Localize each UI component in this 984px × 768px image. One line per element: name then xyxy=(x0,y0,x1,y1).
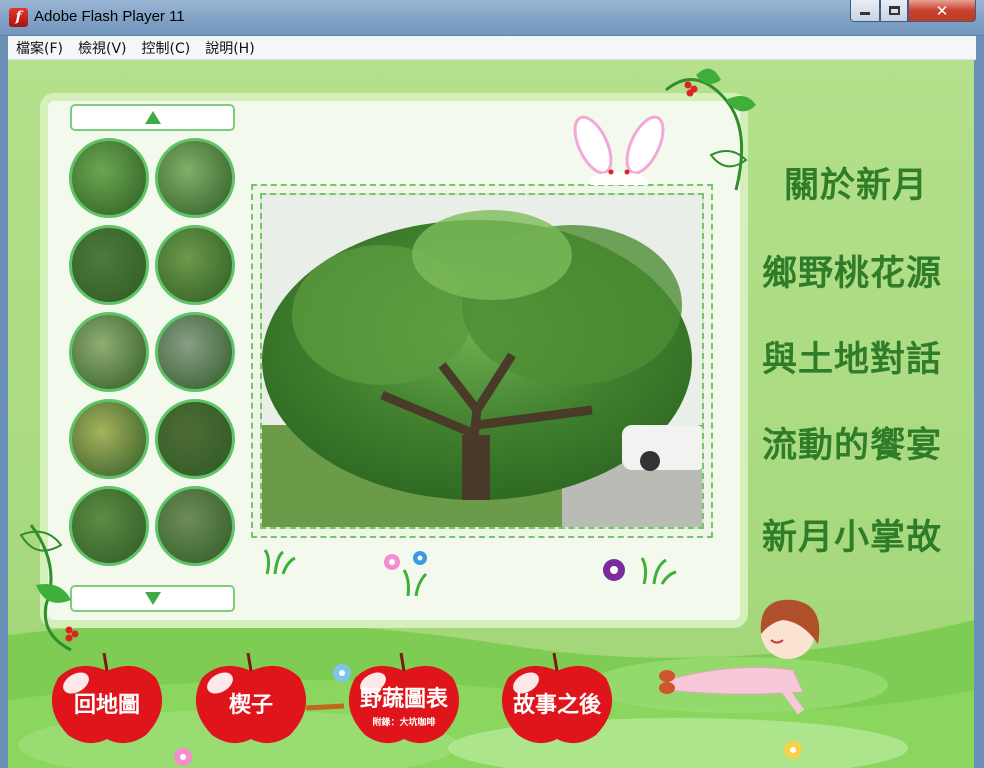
minimize-button[interactable] xyxy=(850,0,880,22)
nav-moving-feast[interactable]: 流動的饗宴 xyxy=(762,417,942,468)
menu-control[interactable]: 控制(C) xyxy=(142,38,191,58)
flower-cluster-right xyxy=(603,557,677,585)
thumb-green-fruit[interactable] xyxy=(69,138,149,218)
flash-player-icon: f xyxy=(9,8,28,27)
scroll-up-button[interactable] xyxy=(70,104,235,131)
after-story-button[interactable]: 故事之後 xyxy=(498,653,616,745)
flower-cluster-center xyxy=(384,551,428,597)
menu-view[interactable]: 檢視(V) xyxy=(78,38,127,58)
small-flower-blue xyxy=(333,664,351,682)
apple-label: 野蔬圖表 xyxy=(359,687,448,712)
thumb-leaves[interactable] xyxy=(155,225,235,305)
maximize-icon xyxy=(888,6,900,15)
nav-xinyue-anecdotes[interactable]: 新月小掌故 xyxy=(762,509,942,560)
apple-sublabel: 附錄：大坑咖啡 xyxy=(372,718,436,728)
thumb-pink-blossom[interactable] xyxy=(155,486,235,566)
girl-character-illustration xyxy=(659,599,820,715)
nav-about-xinyue[interactable]: 關於新月 xyxy=(784,157,928,208)
vine-decoration-top xyxy=(665,68,756,191)
grass-tuft-left xyxy=(263,549,296,575)
back-to-map-button[interactable]: 回地圖 xyxy=(48,653,166,745)
close-button[interactable]: ✕ xyxy=(908,0,976,22)
menu-help[interactable]: 說明(H) xyxy=(205,38,254,58)
small-flower-pink xyxy=(174,748,192,766)
main-photo[interactable] xyxy=(260,193,704,529)
butterfly-decoration xyxy=(305,703,345,711)
thumb-flower-buds[interactable] xyxy=(69,399,149,479)
minimize-icon xyxy=(860,12,870,15)
thumb-fruit-dark[interactable] xyxy=(69,225,149,305)
thumb-undergrowth[interactable] xyxy=(155,312,235,392)
tree-photo-image xyxy=(262,195,702,527)
apple-label: 楔子 xyxy=(228,693,273,718)
wild-vegetable-chart-button[interactable]: 野蔬圖表 附錄：大坑咖啡 xyxy=(345,653,463,745)
down-arrow-icon xyxy=(144,592,161,605)
thumb-fruit-on-branch[interactable] xyxy=(155,138,235,218)
small-flower-yellow xyxy=(784,741,802,759)
window-title: Adobe Flash Player 11 xyxy=(34,8,185,25)
apple-label: 回地圖 xyxy=(73,693,140,718)
title-bar: f Adobe Flash Player 11 ✕ xyxy=(0,0,984,36)
main-photo-frame xyxy=(251,184,713,538)
maximize-button[interactable] xyxy=(880,0,908,22)
apple-label: 故事之後 xyxy=(512,693,601,718)
nav-rural-paradise[interactable]: 鄉野桃花源 xyxy=(762,245,942,296)
nav-dialogue-with-land[interactable]: 與土地對話 xyxy=(762,331,942,382)
menu-file[interactable]: 檔案(F) xyxy=(16,38,63,58)
flash-stage: 關於新月 鄉野桃花源 與土地對話 流動的饗宴 新月小掌故 回地圖 楔子 野蔬圖表… xyxy=(8,60,974,768)
menu-bar: 檔案(F) 檢視(V) 控制(C) 說明(H) xyxy=(8,36,976,60)
close-icon: ✕ xyxy=(935,1,949,20)
thumb-leaf-closeup[interactable] xyxy=(69,486,149,566)
thumb-trunk[interactable] xyxy=(155,399,235,479)
thumb-twigs[interactable] xyxy=(69,312,149,392)
prologue-button[interactable]: 楔子 xyxy=(192,653,310,745)
up-arrow-icon xyxy=(144,111,161,124)
